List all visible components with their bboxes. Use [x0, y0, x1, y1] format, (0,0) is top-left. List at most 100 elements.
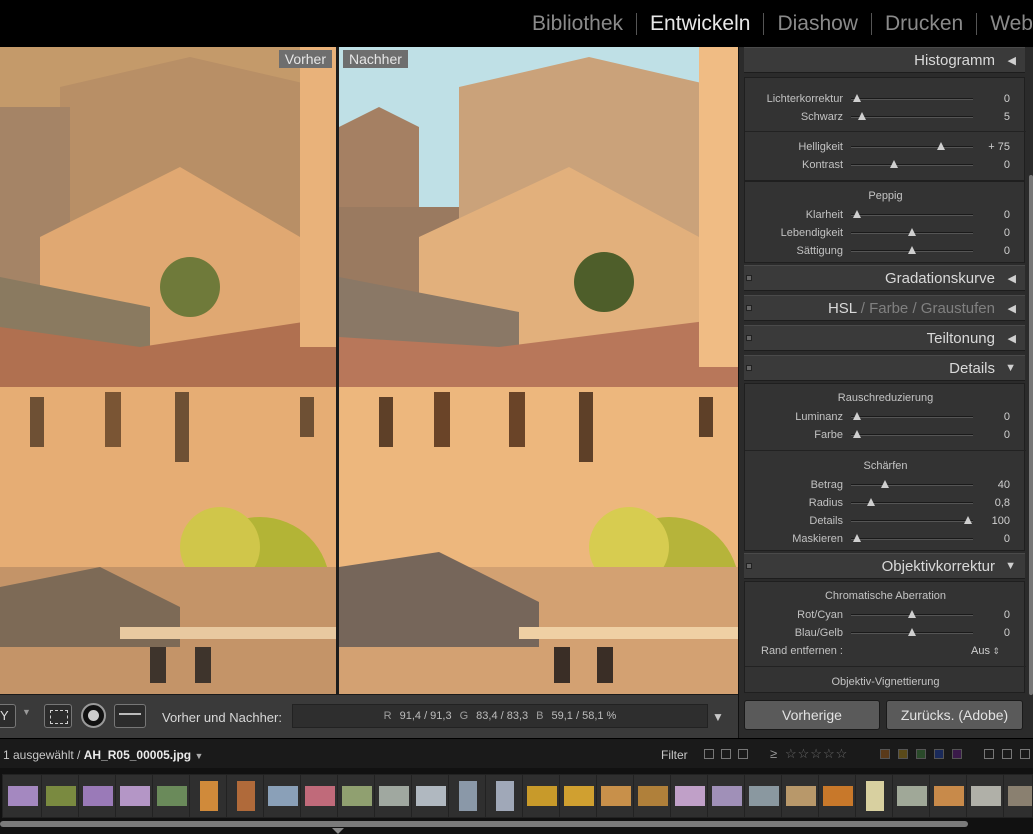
filmstrip-thumbnail[interactable]: [892, 774, 930, 818]
filmstrip-thumbnail[interactable]: [448, 774, 486, 818]
filmstrip-thumbnail[interactable]: [522, 774, 560, 818]
panel-switch-icon[interactable]: [746, 335, 752, 341]
filmstrip-thumbnail[interactable]: [596, 774, 634, 818]
slider-value[interactable]: 0: [1004, 429, 1010, 441]
panel-switch-icon[interactable]: [746, 563, 752, 569]
current-filename[interactable]: AH_R05_00005.jpg: [84, 748, 191, 762]
module-bibliothek[interactable]: Bibliothek: [519, 12, 636, 36]
slider-row[interactable]: Lebendigkeit 0: [745, 224, 1026, 242]
slider-track[interactable]: [851, 142, 973, 150]
before-image[interactable]: Vorher: [0, 47, 336, 694]
slider-row[interactable]: Helligkeit + 75: [745, 138, 1026, 156]
color-label-blue-icon[interactable]: [934, 749, 944, 759]
slider-thumb[interactable]: [853, 534, 862, 542]
defringe-select[interactable]: Aus: [971, 645, 990, 657]
filmstrip-thumbnail[interactable]: [337, 774, 375, 818]
image-view[interactable]: Vorher Nachher: [0, 47, 738, 694]
slider-thumb[interactable]: [866, 498, 875, 506]
module-entwickeln[interactable]: Entwickeln: [637, 12, 763, 36]
hsl-header[interactable]: HSL / Farbe / Graustufen ◀: [744, 295, 1025, 321]
slider-row[interactable]: Maskieren 0: [745, 530, 1026, 548]
slider-value[interactable]: 0,8: [995, 497, 1010, 509]
slider-value[interactable]: 100: [992, 515, 1010, 527]
slider-track[interactable]: [851, 412, 973, 420]
slider-track[interactable]: [851, 516, 973, 524]
reset-adobe-button[interactable]: Zurücks. (Adobe): [886, 700, 1023, 730]
filmstrip-thumbnail[interactable]: [300, 774, 338, 818]
filmstrip-thumbnail[interactable]: [781, 774, 819, 818]
filmstrip-thumbnail[interactable]: [485, 774, 523, 818]
slider-value[interactable]: 0: [1004, 533, 1010, 545]
slider-thumb[interactable]: [853, 210, 862, 218]
view-mode-button[interactable]: Y: [0, 704, 16, 728]
after-image[interactable]: Nachher: [339, 47, 738, 694]
split-toning-header[interactable]: Teiltonung ◀: [744, 325, 1025, 351]
slider-track[interactable]: [851, 480, 973, 488]
toolbar-menu-chevron-icon[interactable]: ▼: [712, 710, 724, 724]
defringe-updown-icon[interactable]: ⇕: [992, 646, 1000, 657]
module-diashow[interactable]: Diashow: [764, 12, 871, 36]
color-label-green-icon[interactable]: [916, 749, 926, 759]
slider-value[interactable]: 0: [1004, 93, 1010, 105]
copy-filter-icon[interactable]: [984, 749, 994, 759]
slider-value[interactable]: 0: [1004, 609, 1010, 621]
slider-track[interactable]: [851, 628, 973, 636]
slider-thumb[interactable]: [853, 430, 862, 438]
color-label-yellow-icon[interactable]: [898, 749, 908, 759]
slider-value[interactable]: 5: [1004, 111, 1010, 123]
slider-value[interactable]: 0: [1004, 411, 1010, 423]
slider-row[interactable]: Schwarz 5: [745, 108, 1026, 126]
filmstrip-thumbnail[interactable]: [263, 774, 301, 818]
filmstrip-thumbnail[interactable]: [41, 774, 79, 818]
slider-thumb[interactable]: [908, 628, 916, 636]
filmstrip[interactable]: [0, 768, 1033, 834]
slider-track[interactable]: [851, 246, 973, 254]
unflagged-filter-icon[interactable]: [721, 749, 731, 759]
slider-thumb[interactable]: [964, 516, 973, 524]
slider-row[interactable]: Rot/Cyan 0: [745, 606, 1026, 624]
filmstrip-thumbnail[interactable]: [226, 774, 264, 818]
filmstrip-thumbnail[interactable]: [929, 774, 967, 818]
filmstrip-thumbnail[interactable]: [966, 774, 1004, 818]
tone-curve-header[interactable]: Gradationskurve ◀: [744, 265, 1025, 291]
slider-value[interactable]: 0: [1004, 245, 1010, 257]
slider-row[interactable]: Details 100: [745, 512, 1026, 530]
slider-row[interactable]: Farbe 0: [745, 426, 1026, 444]
color-label-purple-icon[interactable]: [952, 749, 962, 759]
filmstrip-thumbnail[interactable]: [633, 774, 671, 818]
slider-thumb[interactable]: [853, 94, 862, 102]
slider-thumb[interactable]: [908, 246, 916, 254]
slider-row[interactable]: Blau/Gelb 0: [745, 624, 1026, 642]
filter-lock-icon[interactable]: [1020, 749, 1030, 759]
panel-switch-icon[interactable]: [746, 365, 752, 371]
color-label-red-icon[interactable]: [880, 749, 890, 759]
slider-track[interactable]: [851, 534, 973, 542]
slider-track[interactable]: [851, 228, 973, 236]
slider-row[interactable]: Klarheit 0: [745, 206, 1026, 224]
slider-thumb[interactable]: [908, 228, 916, 236]
module-web[interactable]: Web: [977, 12, 1033, 36]
crop-tool-icon[interactable]: [44, 704, 72, 728]
filename-dropdown-icon[interactable]: ▼: [194, 751, 203, 761]
slider-row[interactable]: Betrag 40: [745, 476, 1026, 494]
slider-value[interactable]: 0: [1004, 159, 1010, 171]
previous-settings-button[interactable]: Vorherige: [744, 700, 880, 730]
slider-track[interactable]: [851, 94, 973, 102]
filmstrip-thumbnail[interactable]: [855, 774, 893, 818]
slider-track[interactable]: [851, 210, 973, 218]
rating-operator[interactable]: ≥: [770, 746, 777, 761]
filmstrip-thumbnail[interactable]: [744, 774, 782, 818]
slider-row[interactable]: Radius 0,8: [745, 494, 1026, 512]
color-tab[interactable]: Farbe: [869, 300, 908, 317]
filmstrip-thumbnail[interactable]: [411, 774, 449, 818]
slider-track[interactable]: [851, 610, 973, 618]
filmstrip-thumbnail[interactable]: [670, 774, 708, 818]
slider-thumb[interactable]: [857, 112, 866, 120]
slider-value[interactable]: 0: [1004, 627, 1010, 639]
red-eye-tool-icon[interactable]: [114, 704, 146, 728]
slider-track[interactable]: [851, 160, 973, 168]
slider-thumb[interactable]: [853, 412, 862, 420]
filmstrip-thumbnail[interactable]: [559, 774, 597, 818]
filmstrip-scrollbar[interactable]: [0, 821, 968, 827]
filmstrip-thumbnail[interactable]: [374, 774, 412, 818]
